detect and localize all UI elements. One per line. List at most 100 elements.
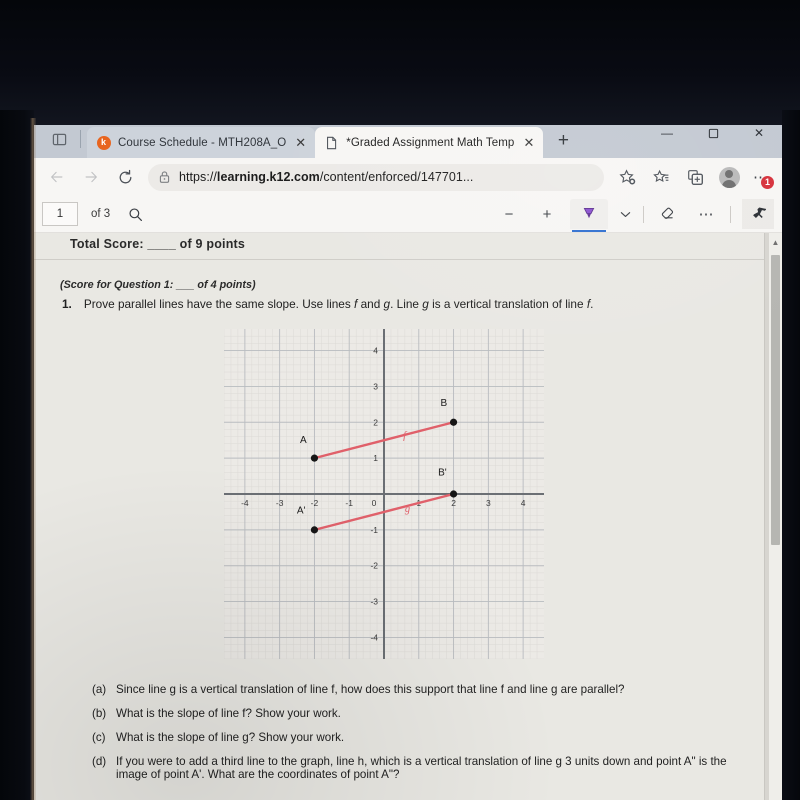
browser-window: k Course Schedule - MTH208A_O ✕ *Graded … xyxy=(34,118,782,800)
graph-y-tick-label: 1 xyxy=(373,453,378,463)
tab-title: *Graded Assignment Math Temp xyxy=(346,136,515,149)
subquestion-d: (d) If you were to add a third line to t… xyxy=(92,755,742,781)
graph-point-B' xyxy=(449,490,458,498)
total-score-label: Total Score: ____ of 9 points xyxy=(70,237,246,251)
avatar xyxy=(718,166,740,188)
graph-point-B xyxy=(449,418,458,426)
graph-point-A xyxy=(310,454,319,462)
tab-strip: k Course Schedule - MTH208A_O ✕ *Graded … xyxy=(34,118,782,158)
minimize-button[interactable]: — xyxy=(644,118,690,148)
graph-y-tick-label: 4 xyxy=(373,346,378,356)
subquestion-label: (d) xyxy=(92,755,107,768)
header-divider xyxy=(34,259,764,260)
graph-line-label-g: g xyxy=(405,504,410,515)
page-number-input[interactable]: 1 xyxy=(42,202,78,226)
scroll-up-arrow-icon[interactable]: ▲ xyxy=(771,236,780,248)
graph-point-A' xyxy=(310,526,319,534)
question-number: 1. xyxy=(62,297,72,311)
graph-point-label-B': B' xyxy=(438,467,447,478)
photo-border-top xyxy=(0,0,800,125)
subquestion-text: What is the slope of line f? Show your w… xyxy=(116,707,341,720)
profile-avatar-icon[interactable] xyxy=(714,163,744,191)
graph-point-label-A': A' xyxy=(297,506,306,517)
zoom-in-button[interactable]: + xyxy=(532,201,562,227)
photo-border-left xyxy=(0,110,34,800)
eraser-icon[interactable] xyxy=(653,201,683,227)
pin-icon[interactable] xyxy=(742,199,774,229)
question-1-text: 1. Prove parallel lines have the same sl… xyxy=(62,297,722,311)
graph-svg: -4-3-2-101234-4-3-2-11234fABgA'B' xyxy=(223,329,544,660)
k12-favicon: k xyxy=(96,135,111,150)
question-body: Prove parallel lines have the same slope… xyxy=(83,297,594,311)
score-for-question-label: (Score for Question 1: ___ of 4 points) xyxy=(60,279,256,291)
subquestion-label: (a) xyxy=(92,683,107,696)
subquestion-b: (b) What is the slope of line f? Show yo… xyxy=(92,707,341,720)
toolbar-divider xyxy=(643,205,644,223)
close-window-button[interactable]: ✕ xyxy=(736,118,782,148)
graph-x-tick-label: 2 xyxy=(451,498,456,508)
document-favicon xyxy=(324,135,339,150)
graph-x-tick-label: 3 xyxy=(486,498,491,508)
url-input[interactable]: https://learning.k12.com/content/enforce… xyxy=(148,163,604,191)
pdf-tools-right: − + ⋯ xyxy=(490,196,774,232)
ellipsis-settings-icon[interactable]: ⋯ 1 xyxy=(746,163,776,191)
refresh-icon[interactable] xyxy=(110,163,140,191)
browser-tab-course-schedule[interactable]: k Course Schedule - MTH208A_O ✕ xyxy=(87,127,316,158)
graph-point-label-A: A xyxy=(300,435,307,446)
settings-badge: 1 xyxy=(761,176,774,189)
pen-cursor-icon xyxy=(2,508,28,534)
graph-x-tick-label: -2 xyxy=(311,498,319,508)
subquestion-c: (c) What is the slope of line g? Show yo… xyxy=(92,731,344,744)
subquestion-label: (b) xyxy=(92,707,107,720)
scrollbar-thumb[interactable] xyxy=(771,255,780,545)
new-tab-button[interactable]: + xyxy=(549,127,577,155)
toolbar-divider-2 xyxy=(730,205,731,223)
graph-y-tick-label: -1 xyxy=(370,525,378,535)
browser-tab-graded-assignment[interactable]: *Graded Assignment Math Temp ✕ xyxy=(315,127,544,158)
tab-overview-icon[interactable] xyxy=(44,124,74,154)
page-total-label: of 3 xyxy=(91,208,111,220)
coordinate-graph: -4-3-2-101234-4-3-2-11234fABgA'B' xyxy=(223,329,544,660)
graph-y-tick-label: -3 xyxy=(370,597,378,607)
subquestion-label: (c) xyxy=(92,731,106,744)
collections-icon[interactable] xyxy=(680,163,710,191)
highlighter-icon[interactable] xyxy=(570,199,608,232)
pdf-toolbar: 1 of 3 − + ⋯ xyxy=(34,196,782,233)
search-icon[interactable] xyxy=(120,201,150,227)
star-add-icon[interactable] xyxy=(612,163,642,191)
graph-x-tick-label: 4 xyxy=(521,498,526,508)
address-bar: https://learning.k12.com/content/enforce… xyxy=(34,158,782,196)
star-list-icon[interactable] xyxy=(646,163,676,191)
subquestion-text: What is the slope of line g? Show your w… xyxy=(116,731,345,744)
subquestion-text: Since line g is a vertical translation o… xyxy=(116,683,625,696)
close-icon[interactable]: ✕ xyxy=(292,134,309,151)
graph-x-tick-label: 0 xyxy=(372,498,377,508)
url-text: https://learning.k12.com/content/enforce… xyxy=(179,170,474,184)
pdf-document-viewport[interactable]: Total Score: ____ of 9 points (Score for… xyxy=(34,233,782,800)
graph-y-tick-label: 2 xyxy=(373,417,378,427)
back-arrow-icon[interactable] xyxy=(42,163,72,191)
subquestion-text: If you were to add a third line to the g… xyxy=(116,755,727,781)
zoom-out-button[interactable]: − xyxy=(494,201,524,227)
graph-y-tick-label: -2 xyxy=(370,561,378,571)
photo-of-screen: k Course Schedule - MTH208A_O ✕ *Graded … xyxy=(0,0,800,800)
chevron-down-icon[interactable] xyxy=(614,201,636,227)
graph-x-tick-label: -4 xyxy=(241,498,249,508)
window-controls: — ✕ xyxy=(644,118,782,148)
forward-arrow-icon[interactable] xyxy=(76,163,106,191)
tab-title: Course Schedule - MTH208A_O xyxy=(118,136,287,149)
tab-strip-divider xyxy=(80,130,81,148)
graph-y-tick-label: 3 xyxy=(373,381,378,391)
photo-border-right xyxy=(782,110,800,800)
graph-x-tick-label: -3 xyxy=(276,498,284,508)
lock-icon xyxy=(158,170,171,184)
vertical-scrollbar[interactable]: ▲ xyxy=(769,233,782,800)
graph-y-tick-label: -4 xyxy=(370,632,378,642)
pdf-page: Total Score: ____ of 9 points (Score for… xyxy=(34,233,764,800)
close-icon[interactable]: ✕ xyxy=(520,134,537,151)
pdf-more-button[interactable]: ⋯ xyxy=(691,201,721,227)
graph-x-tick-label: -1 xyxy=(345,498,353,508)
graph-point-label-B: B xyxy=(440,398,447,409)
subquestion-a: (a) Since line g is a vertical translati… xyxy=(92,683,624,696)
maximize-button[interactable] xyxy=(690,118,736,148)
